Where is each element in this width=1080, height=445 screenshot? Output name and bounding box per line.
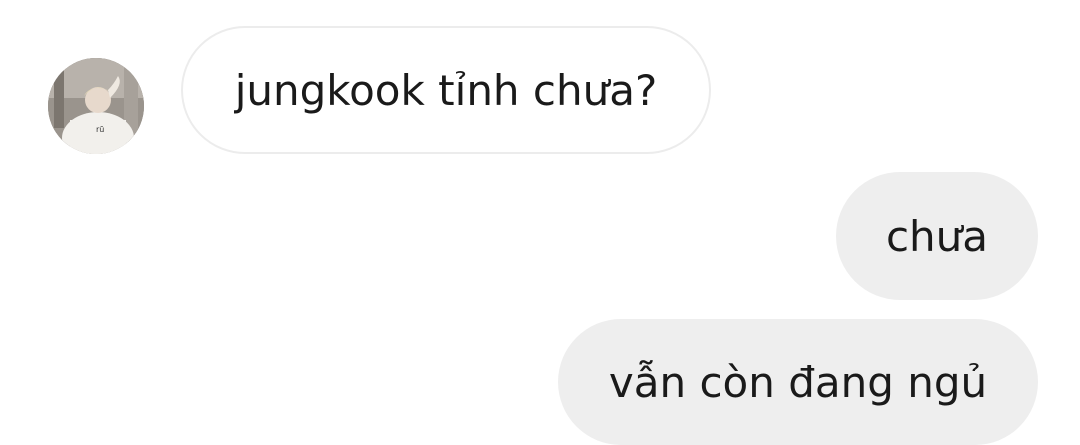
message-text: jungkook tỉnh chưa? xyxy=(234,65,658,115)
outgoing-message-bubble[interactable]: chưa xyxy=(836,172,1038,300)
message-text: chưa xyxy=(885,211,989,261)
avatar[interactable]: rū xyxy=(48,58,144,154)
outgoing-message-bubble[interactable]: vẫn còn đang ngủ xyxy=(558,319,1038,445)
incoming-message-bubble[interactable]: jungkook tỉnh chưa? xyxy=(181,26,711,154)
avatar-photo: rū xyxy=(48,58,144,154)
svg-text:rū: rū xyxy=(96,125,104,134)
chat-thread: rū jungkook tỉnh chưa? chưa vẫn còn đang… xyxy=(0,0,1080,445)
message-text: vẫn còn đang ngủ xyxy=(608,357,988,407)
